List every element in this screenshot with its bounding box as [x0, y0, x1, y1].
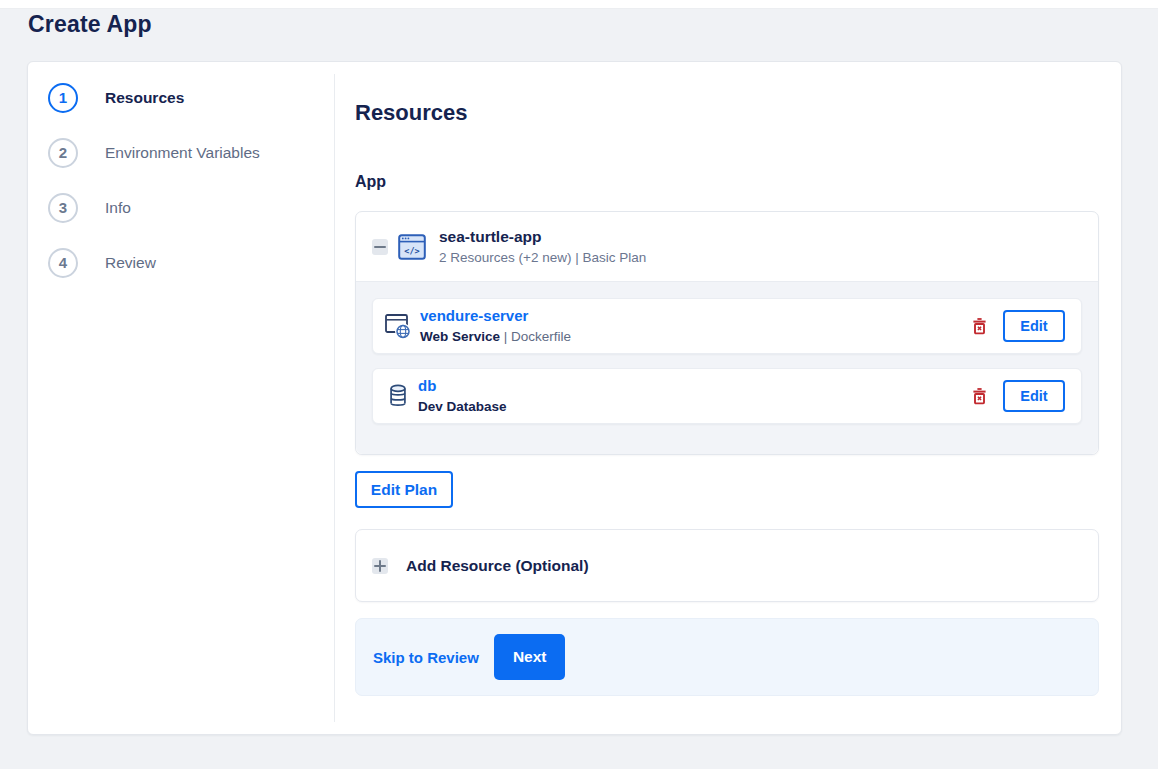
- app-card-header: </> sea-turtle-app 2 Resources (+2 new) …: [356, 212, 1098, 281]
- next-button[interactable]: Next: [494, 634, 566, 680]
- app-summary: 2 Resources (+2 new) | Basic Plan: [439, 249, 646, 266]
- step-number-3: 3: [48, 193, 78, 223]
- add-resource-label: Add Resource (Optional): [406, 557, 589, 575]
- app-name: sea-turtle-app: [439, 227, 646, 246]
- app-icon: </>: [398, 234, 426, 260]
- delete-resource-button[interactable]: [972, 387, 987, 405]
- edit-plan-button[interactable]: Edit Plan: [355, 471, 453, 508]
- resource-row-db: db Dev Database Edit: [372, 368, 1082, 424]
- create-app-card: 1 Resources 2 Environment Variables 3 In…: [27, 61, 1122, 735]
- step-number-1: 1: [48, 83, 78, 113]
- add-resource-card[interactable]: Add Resource (Optional): [355, 529, 1099, 602]
- resource-type: Dev Database: [418, 399, 507, 415]
- resource-type: Web Service | Dockerfile: [420, 329, 571, 345]
- step-label-environment-variables: Environment Variables: [105, 144, 260, 162]
- stepper-step-info[interactable]: 3 Info: [28, 180, 334, 235]
- resource-actions: Edit: [972, 380, 1065, 412]
- step-number-2: 2: [48, 138, 78, 168]
- web-service-icon: [385, 314, 412, 339]
- content-panel: Resources App </> sea-turtle-app 2 Resou…: [335, 62, 1121, 734]
- edit-resource-button[interactable]: Edit: [1003, 380, 1065, 412]
- plus-icon: [372, 558, 388, 574]
- trash-icon: [972, 317, 987, 335]
- collapse-button[interactable]: [372, 239, 388, 255]
- app-title-wrap: sea-turtle-app 2 Resources (+2 new) | Ba…: [439, 227, 646, 266]
- step-label-info: Info: [105, 199, 131, 217]
- resource-text: db Dev Database: [418, 377, 507, 415]
- group-label-app: App: [355, 172, 1099, 192]
- edit-resource-button[interactable]: Edit: [1003, 310, 1065, 342]
- stepper-step-environment-variables[interactable]: 2 Environment Variables: [28, 125, 334, 180]
- skip-to-review-link[interactable]: Skip to Review: [373, 649, 479, 666]
- delete-resource-button[interactable]: [972, 317, 987, 335]
- step-label-resources: Resources: [105, 89, 184, 107]
- resource-name-link[interactable]: db: [418, 377, 436, 394]
- resource-name-link[interactable]: vendure-server: [420, 307, 528, 324]
- step-label-review: Review: [105, 254, 156, 272]
- app-card: </> sea-turtle-app 2 Resources (+2 new) …: [355, 211, 1099, 455]
- trash-icon: [972, 387, 987, 405]
- resource-text: vendure-server Web Service | Dockerfile: [420, 307, 571, 345]
- app-icon-glyph: </>: [404, 245, 419, 255]
- minus-icon: [374, 246, 386, 248]
- content-heading: Resources: [355, 100, 1099, 126]
- stepper: 1 Resources 2 Environment Variables 3 In…: [28, 74, 335, 722]
- app-card-body: vendure-server Web Service | Dockerfile: [356, 281, 1098, 454]
- resource-actions: Edit: [972, 310, 1065, 342]
- step-number-4: 4: [48, 248, 78, 278]
- database-icon: [389, 384, 407, 408]
- top-strip: [0, 0, 1158, 9]
- footer-bar: Skip to Review Next: [355, 618, 1099, 696]
- page-title: Create App: [28, 11, 1158, 38]
- stepper-step-review[interactable]: 4 Review: [28, 235, 334, 290]
- resource-row-vendure-server: vendure-server Web Service | Dockerfile: [372, 298, 1082, 354]
- stepper-step-resources[interactable]: 1 Resources: [28, 70, 334, 125]
